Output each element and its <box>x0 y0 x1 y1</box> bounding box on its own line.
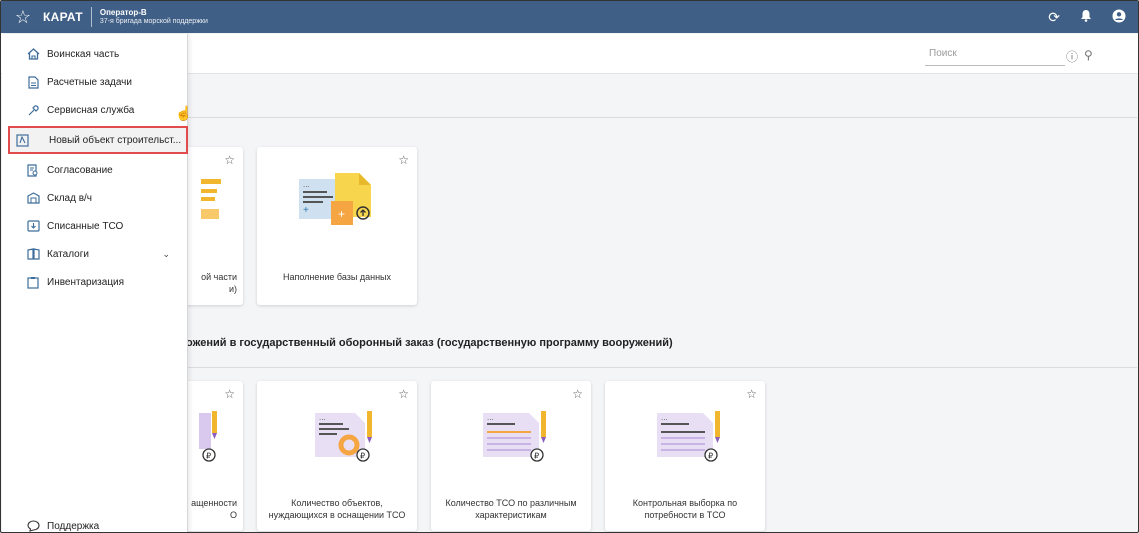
table-illustration-icon: ... ₽ <box>483 411 546 462</box>
table-illustration-icon: ... ₽ <box>657 411 720 462</box>
sidebar-item-label: Каталоги <box>47 248 89 260</box>
sidebar-item-support[interactable]: Поддержка <box>2 512 188 532</box>
card-label: ой части и) <box>201 272 237 294</box>
sidebar-item-label: Новый объект строительст... <box>49 134 182 146</box>
favorite-icon[interactable]: ☆ <box>398 387 409 401</box>
svg-text:...: ... <box>661 413 668 422</box>
document-icon <box>26 75 40 89</box>
database-illustration-icon: ... + + <box>299 173 371 225</box>
star-icon[interactable]: ☆ <box>11 7 35 28</box>
card-label: Контрольная выборка по потребности в ТСО <box>632 498 738 520</box>
sidebar: Воинская часть Расчетные задачи Сервисна… <box>2 34 188 532</box>
sidebar-item-label: Склад в/ч <box>47 192 93 204</box>
warehouse-icon <box>26 191 40 205</box>
book-icon <box>26 247 40 261</box>
search-icon[interactable]: ⚲ <box>1084 48 1093 65</box>
sidebar-item-approval[interactable]: Согласование <box>2 156 188 184</box>
favorite-icon[interactable]: ☆ <box>398 153 409 167</box>
user-unit: 37-я бригада морской поддержки <box>99 18 208 25</box>
card-database-fill[interactable]: ☆ ... + + Наполнение базы данных <box>257 147 417 305</box>
user-info: Оператор-В 37-я бригада морской поддержк… <box>100 8 208 26</box>
svg-text:...: ... <box>487 413 494 422</box>
top-bar: ☆ КАРАТ Оператор-В 37-я бригада морской … <box>1 1 1138 33</box>
svg-text:...: ... <box>319 413 326 422</box>
svg-text:₽: ₽ <box>708 452 713 461</box>
sidebar-item-service[interactable]: Сервисная служба <box>2 96 188 124</box>
sidebar-item-label: Воинская часть <box>47 48 120 60</box>
user-name: Оператор-В <box>99 8 147 17</box>
section-divider <box>187 367 1137 368</box>
card-tso-characteristics[interactable]: ☆ ... ₽ Количество ТСО по различным хара… <box>431 381 591 531</box>
favorite-icon[interactable]: ☆ <box>224 387 235 401</box>
brand-divider <box>90 7 92 27</box>
house-icon <box>26 47 40 61</box>
refresh-icon[interactable]: ⟳ <box>1048 9 1060 26</box>
sidebar-item-label: Списанные ТСО <box>47 220 124 232</box>
svg-text:₽: ₽ <box>534 452 539 461</box>
writeoff-icon <box>26 219 40 233</box>
sidebar-item-inventory[interactable]: Инвентаризация <box>2 268 188 296</box>
app-brand: КАРАТ <box>43 10 83 24</box>
sidebar-item-writeoff[interactable]: Списанные ТСО <box>2 212 188 240</box>
hand-cursor-icon: ☝ <box>175 105 193 121</box>
sidebar-item-label: Инвентаризация <box>47 276 125 288</box>
sidebar-item-new-construction[interactable]: Новый объект строительст... <box>8 126 188 154</box>
card-objects-needing-equipment[interactable]: ☆ ... ₽ Количество объектов, нуждающихся… <box>257 381 417 531</box>
search-input[interactable]: Поиск <box>925 48 1065 66</box>
favorite-icon[interactable]: ☆ <box>224 153 235 167</box>
card-label: Количество объектов, нуждающихся в оснащ… <box>268 498 406 520</box>
svg-text:...: ... <box>303 180 310 189</box>
svg-text:₽: ₽ <box>206 452 211 461</box>
sidebar-item-label: Согласование <box>47 164 113 176</box>
sidebar-item-label: Поддержка <box>47 520 100 532</box>
chevron-down-icon[interactable]: ⌄ <box>162 249 170 260</box>
section-divider <box>187 117 1137 118</box>
svg-text:+: + <box>338 207 345 221</box>
sidebar-item-catalogs[interactable]: Каталоги ⌄ <box>2 240 188 268</box>
section-title: ожений в государственный оборонный заказ… <box>186 337 673 349</box>
favorite-icon[interactable]: ☆ <box>746 387 757 401</box>
card-label: Количество ТСО по различным характеристи… <box>445 498 577 520</box>
app-window: ☆ КАРАТ Оператор-В 37-я бригада морской … <box>0 0 1139 533</box>
sidebar-item-military-unit[interactable]: Воинская часть <box>2 40 188 68</box>
card-control-sample[interactable]: ☆ ... ₽ Контрольная выборка по потребнос… <box>605 381 765 531</box>
svg-text:+: + <box>303 205 309 216</box>
info-icon[interactable]: ⓘ <box>1066 48 1078 65</box>
sidebar-item-label: Расчетные задачи <box>47 76 132 88</box>
chart-illustration-icon: ... ₽ <box>315 411 372 462</box>
chat-icon <box>26 519 40 532</box>
bell-icon[interactable] <box>1080 9 1092 25</box>
sidebar-item-calc-tasks[interactable]: Расчетные задачи <box>2 68 188 96</box>
search-actions: ⓘ ⚲ <box>1066 48 1093 65</box>
sidebar-item-warehouse[interactable]: Склад в/ч <box>2 184 188 212</box>
topbar-actions: ⟳ <box>1048 9 1126 26</box>
account-icon[interactable] <box>1112 9 1126 26</box>
favorite-icon[interactable]: ☆ <box>572 387 583 401</box>
card-label: ащенности О <box>191 498 237 520</box>
approval-icon <box>26 163 40 177</box>
clipboard-icon <box>26 275 40 289</box>
sidebar-item-label: Сервисная служба <box>47 104 135 116</box>
card-label: Наполнение базы данных <box>282 272 392 282</box>
svg-text:₽: ₽ <box>360 452 365 461</box>
wrench-icon <box>26 103 40 117</box>
construction-icon <box>15 133 29 147</box>
